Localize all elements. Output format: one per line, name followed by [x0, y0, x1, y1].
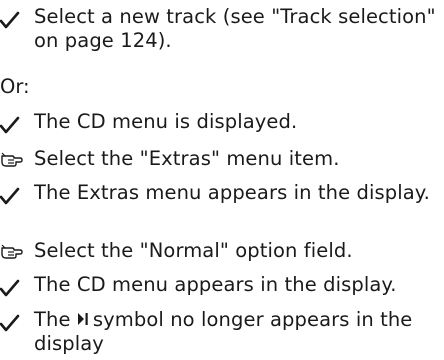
item-text: Select a new track (see "Track selection…	[34, 5, 436, 52]
list-item: Select the "Extras" menu item.	[0, 147, 444, 173]
item-text: The CD menu is displayed.	[34, 110, 298, 133]
check-mark-icon	[0, 187, 34, 205]
or-label: Or:	[0, 75, 30, 98]
list-item: Select a new track (see "Track selection…	[0, 5, 444, 57]
pointing-hand-icon	[0, 243, 34, 261]
list-item: The symbol no longer appears in the disp…	[0, 308, 444, 360]
play-pause-symbol-icon	[77, 309, 89, 325]
item-text: The symbol no longer appears in the disp…	[34, 308, 438, 356]
item-text: The Extras menu appears in the display.	[34, 181, 430, 204]
item-text: Select the "Extras" menu item.	[34, 147, 340, 170]
check-mark-icon	[0, 279, 34, 297]
item-text-after: symbol no longer appears in the display	[34, 308, 413, 355]
pointing-hand-icon	[0, 151, 34, 169]
item-text-before: The	[34, 308, 71, 331]
check-mark-icon	[0, 11, 34, 29]
list-item: The CD menu is displayed.	[0, 110, 444, 136]
item-text: Select the "Normal" option field.	[34, 239, 353, 262]
list-item: The CD menu appears in the display.	[0, 273, 444, 299]
list-item: The Extras menu appears in the display.	[0, 181, 444, 233]
list-item: Select the "Normal" option field.	[0, 239, 444, 265]
check-mark-icon	[0, 314, 34, 332]
check-mark-icon	[0, 116, 34, 134]
list-item: Or:	[0, 75, 444, 101]
item-text: The CD menu appears in the display.	[34, 273, 397, 296]
